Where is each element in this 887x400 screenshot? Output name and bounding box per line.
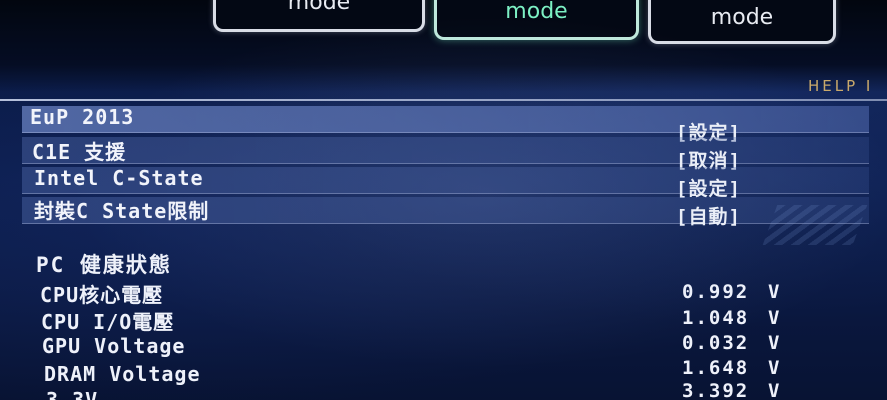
gpu-voltage-unit: V bbox=[768, 332, 780, 354]
option-row-intel-c-state[interactable]: Intel C-State [設定] bbox=[0, 165, 887, 200]
3v3-voltage-unit: V bbox=[768, 380, 780, 400]
3v3-voltage-label: 3.3V bbox=[46, 388, 99, 400]
option-row-highlight bbox=[22, 106, 869, 133]
mode-button-2-label: mode bbox=[505, 0, 568, 24]
option-row-eup-2013[interactable]: EuP 2013 bbox=[0, 104, 887, 133]
cpu-io-voltage-unit: V bbox=[768, 307, 780, 329]
mode-button-1-label: mode bbox=[287, 0, 351, 15]
pc-health-title: PC 健康狀態 bbox=[36, 253, 172, 277]
option-label-eup-2013: EuP 2013 bbox=[30, 105, 135, 129]
option-row-c1e[interactable]: C1E 支援 [取消] bbox=[0, 135, 887, 172]
cpu-io-voltage-label: CPU I/O電壓 bbox=[41, 310, 175, 334]
option-label-intel-c-state: Intel C-State bbox=[34, 166, 204, 190]
3v3-voltage-value: 3.392 bbox=[682, 380, 750, 400]
cpu-core-voltage-unit: V bbox=[768, 281, 780, 303]
mode-button-3[interactable]: mode bbox=[648, 0, 836, 44]
mode-button-3-label: mode bbox=[710, 5, 774, 30]
header-divider bbox=[0, 99, 887, 101]
cpu-io-voltage-value: 1.048 bbox=[682, 307, 750, 329]
cpu-core-voltage-label: CPU核心電壓 bbox=[40, 283, 164, 307]
gpu-voltage-value: 0.032 bbox=[682, 332, 750, 354]
gpu-voltage-label: GPU Voltage bbox=[42, 334, 186, 358]
dram-voltage-label: DRAM Voltage bbox=[44, 362, 201, 386]
dram-voltage-unit: V bbox=[768, 357, 780, 379]
cpu-core-voltage-value: 0.992 bbox=[682, 281, 750, 303]
option-row-package-c-state[interactable]: 封裝C State限制 [自動] bbox=[0, 195, 887, 228]
mode-button-2-active[interactable]: mode bbox=[434, 0, 639, 40]
mode-button-1[interactable]: mode bbox=[213, 0, 425, 32]
help-label: HELP I bbox=[808, 77, 874, 95]
option-value-package-c-state[interactable]: [自動] bbox=[676, 202, 741, 229]
option-label-package-c-state: 封裝C State限制 bbox=[34, 199, 210, 223]
decorative-stripes bbox=[762, 205, 868, 245]
dram-voltage-value: 1.648 bbox=[682, 357, 750, 379]
option-row-bar bbox=[22, 137, 869, 164]
option-label-c1e: C1E 支援 bbox=[32, 140, 127, 164]
